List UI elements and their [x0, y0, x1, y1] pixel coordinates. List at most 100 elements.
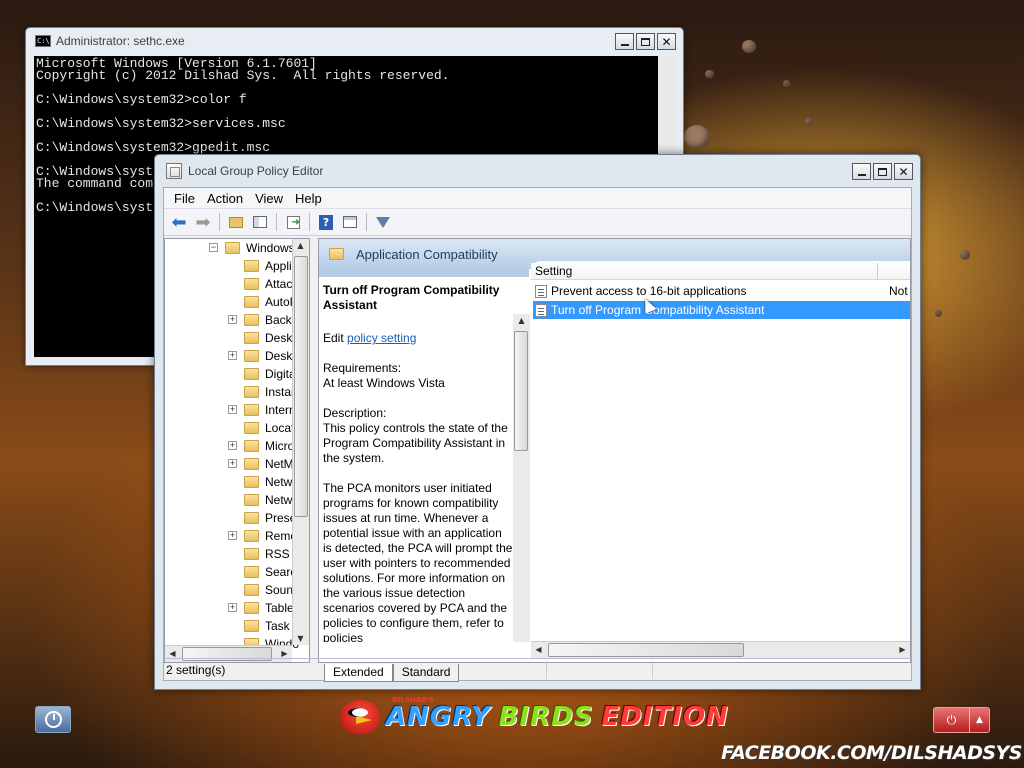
list-row[interactable]: Prevent access to 16-bit applications No… [533, 282, 910, 300]
tree-item[interactable]: Attach [165, 275, 299, 293]
tree-item[interactable]: + Deskto [165, 347, 302, 365]
list-row-selected[interactable]: Turn off Program Compatibility Assistant [533, 301, 910, 319]
background-rock [742, 40, 756, 53]
scroll-up-arrow-icon[interactable]: ▲ [293, 241, 308, 250]
power-options-button[interactable]: ▲ [969, 708, 989, 732]
scroll-left-arrow-icon[interactable]: ◀ [531, 645, 546, 654]
folder-icon [244, 494, 259, 506]
power-icon: ⏻ [946, 712, 957, 727]
help-icon: ? [319, 214, 333, 230]
up-button[interactable] [225, 211, 247, 233]
expand-icon[interactable]: + [228, 351, 237, 360]
gpe-titlebar[interactable]: Local Group Policy Editor ✕ [155, 155, 920, 187]
tree-item[interactable]: AutoPl [165, 293, 300, 311]
properties-view-button[interactable] [339, 211, 361, 233]
tree-item[interactable]: + Interne [165, 401, 302, 419]
tree-item[interactable]: Search [165, 563, 303, 581]
scroll-right-arrow-icon[interactable]: ▶ [895, 645, 910, 654]
toolbar-separator [276, 213, 277, 231]
tree-vertical-scrollbar[interactable]: ▲ ▼ [292, 239, 309, 645]
menu-file[interactable]: File [168, 191, 201, 206]
tree-item[interactable]: Applic [165, 257, 298, 275]
tree-item[interactable]: Netwo [165, 473, 299, 491]
tree-item[interactable]: Netwo [165, 491, 299, 509]
scroll-left-arrow-icon[interactable]: ◀ [165, 649, 180, 658]
gpe-window-title: Local Group Policy Editor [188, 164, 324, 178]
maximize-button[interactable] [873, 163, 892, 180]
background-rock [935, 310, 942, 317]
collapse-icon[interactable]: − [209, 243, 218, 252]
scrollbar-thumb[interactable] [294, 256, 308, 517]
toolbar-separator [219, 213, 220, 231]
expand-icon[interactable]: + [228, 603, 237, 612]
list-header: Setting [531, 263, 910, 280]
scroll-down-arrow-icon[interactable]: ▼ [293, 634, 308, 643]
column-header-setting[interactable]: Setting [535, 264, 572, 278]
group-policy-editor-window[interactable]: Local Group Policy Editor ✕ File Action … [154, 154, 921, 690]
help-button[interactable]: ? [315, 211, 337, 233]
setting-name: Turn off Program Compatibility Assistant [551, 303, 765, 317]
description-scrollbar[interactable]: ▲ [513, 314, 530, 642]
tree-item-root[interactable]: − Windows C [165, 239, 307, 257]
policy-setting-icon [535, 284, 547, 298]
maximize-button[interactable] [636, 33, 655, 50]
menu-action[interactable]: Action [201, 191, 249, 206]
tree-item[interactable]: + Micros [165, 437, 300, 455]
back-button[interactable]: ⬅ [168, 211, 190, 233]
menu-help[interactable]: Help [289, 191, 328, 206]
expand-icon[interactable]: + [228, 405, 237, 414]
forward-button[interactable]: ➡ [192, 211, 214, 233]
folder-icon [244, 332, 259, 344]
cmd-window-title: Administrator: sethc.exe [56, 34, 185, 48]
tree-item[interactable]: RSS Fe [165, 545, 307, 563]
scroll-up-arrow-icon[interactable]: ▲ [514, 316, 529, 325]
tree-item[interactable]: Locatio [165, 419, 304, 437]
expand-icon[interactable]: + [228, 531, 237, 540]
edit-policy-setting-link[interactable]: policy setting [347, 331, 416, 345]
expand-icon[interactable]: + [228, 315, 237, 324]
folder-icon [244, 386, 259, 398]
tree-item[interactable]: Presen [165, 509, 303, 527]
power-button[interactable]: ⏻ [934, 708, 969, 732]
tree-item[interactable]: Digital [165, 365, 298, 383]
tree-item[interactable]: + Backup [165, 311, 305, 329]
filter-button[interactable] [372, 211, 394, 233]
tree-item[interactable]: Sound [165, 581, 300, 599]
menu-view[interactable]: View [249, 191, 289, 206]
angry-bird-icon [340, 700, 380, 734]
export-list-icon: ➜ [286, 215, 300, 229]
minimize-button[interactable] [852, 163, 871, 180]
scrollbar-thumb[interactable] [514, 331, 528, 451]
cmd-titlebar[interactable]: C:\ Administrator: sethc.exe ✕ [26, 28, 683, 54]
tree-item[interactable]: Deskto [165, 329, 302, 347]
minimize-icon [620, 43, 629, 46]
close-button[interactable]: ✕ [657, 33, 676, 50]
background-rock [960, 250, 970, 260]
edit-policy-line: Edit policy setting [323, 331, 513, 346]
list-horizontal-scrollbar[interactable]: ◀ ▶ [531, 641, 910, 658]
tree-item[interactable]: + Remot [165, 527, 300, 545]
scrollbar-thumb[interactable] [548, 643, 744, 657]
back-arrow-icon: ⬅ [171, 211, 187, 233]
toolbar: ⬅ ➡ ➜ ? [164, 209, 911, 236]
navigation-tree[interactable]: − Windows C Applic Attach AutoPl + Backup Des… [164, 238, 310, 663]
show-hide-tree-button[interactable] [249, 211, 271, 233]
settings-list[interactable]: Setting Prevent access to 16-bit applica… [531, 261, 910, 662]
expand-icon[interactable]: + [228, 459, 237, 468]
tree-item[interactable]: + Tablet [165, 599, 297, 617]
description-paragraph: This policy controls the state of the Pr… [323, 421, 508, 465]
close-button[interactable]: ✕ [894, 163, 913, 180]
tree-item[interactable]: Instant [165, 383, 301, 401]
column-divider[interactable] [877, 263, 878, 279]
export-list-button[interactable]: ➜ [282, 211, 304, 233]
tree-item[interactable]: Task Sc [165, 617, 307, 635]
expand-icon[interactable]: + [228, 441, 237, 450]
power-button-group: ⏻ ▲ [933, 707, 990, 733]
status-cell [546, 661, 652, 679]
ease-of-access-button[interactable] [35, 706, 71, 733]
scroll-right-arrow-icon[interactable]: ▶ [277, 649, 292, 658]
folder-icon [244, 368, 259, 380]
minimize-button[interactable] [615, 33, 634, 50]
tree-item[interactable]: + NetMe [165, 455, 300, 473]
requirements-value: At least Windows Vista [323, 376, 445, 390]
